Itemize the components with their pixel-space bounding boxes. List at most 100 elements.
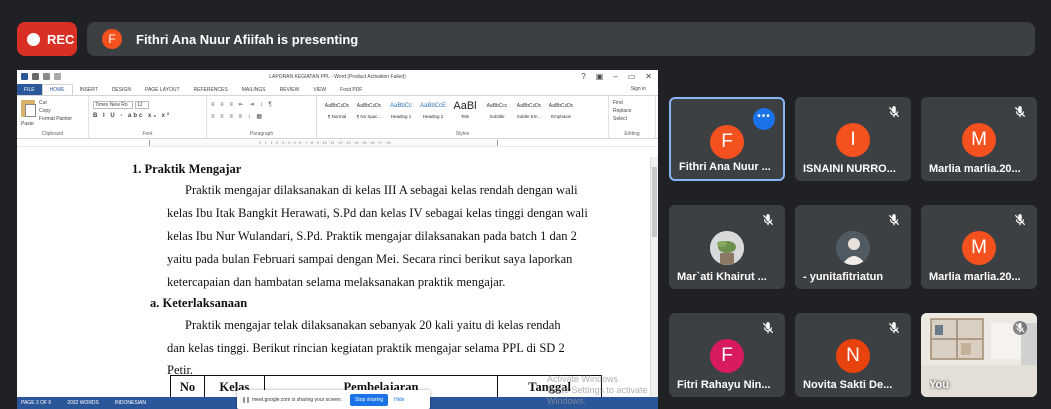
participant-name: Fithri Ana Nuur ...	[679, 161, 771, 173]
scrollbar-thumb[interactable]	[652, 167, 657, 237]
window-title: LAPORAN KEGIATAN PPL - Word (Product Act…	[269, 74, 406, 80]
participant-tile[interactable]: ••• F Fithri Ana Nuur ...	[669, 97, 785, 181]
paragraph-line: ketercapaian dan hambatan selama melaksa…	[167, 275, 506, 289]
mic-off-icon	[888, 106, 900, 118]
paragraph-line: kelas Ibu Itak Bangkit Herawati, S.Pd da…	[167, 206, 588, 220]
more-options-icon[interactable]: •••	[753, 108, 775, 130]
tab-file[interactable]: FILE	[17, 84, 42, 95]
font-name-select[interactable]: Times New Ro	[93, 101, 133, 109]
maximize-icon[interactable]: ▭	[628, 72, 636, 81]
tab-view[interactable]: VIEW	[306, 87, 333, 93]
tab-design[interactable]: DESIGN	[105, 87, 138, 93]
ruler-scale: · 2 · 1 · 1 · 2 · 3 · 4 · 5 · 6 · 7 · 8 …	[149, 140, 498, 146]
presenting-banner: F Fithri Ana Nuur Afiifah is presenting	[87, 22, 1035, 56]
participant-tile[interactable]: F Fitri Rahayu Nin...	[669, 313, 785, 397]
tab-insert[interactable]: INSERT	[73, 87, 105, 93]
tab-home[interactable]: HOME	[41, 84, 73, 95]
minimize-icon[interactable]: –	[613, 72, 617, 81]
participant-tile[interactable]: I ISNAINI NURRO...	[795, 97, 911, 181]
paragraph-group-label: Paragraph	[249, 131, 274, 137]
word-count[interactable]: 2032 WORDS	[67, 400, 99, 406]
style-heading-2[interactable]: AaBbCcE Heading 2	[417, 99, 449, 125]
page-count[interactable]: PAGE 3 OF 6	[21, 400, 51, 406]
list-buttons-icon[interactable]: ≡ ≡ ≡ ⇤ ⇥ ↕ ¶	[211, 101, 274, 108]
mic-off-icon	[762, 322, 774, 334]
ribbon: Paste Cut Copy Format Painter Clipboard …	[17, 95, 658, 139]
cut-button[interactable]: Cut	[39, 100, 47, 106]
word-title-bar: LAPORAN KEGIATAN PPL - Word (Product Act…	[17, 70, 658, 84]
paragraph-line: dan kelas tinggi. Berikut rincian kegiat…	[167, 341, 565, 355]
self-view-tile[interactable]: You	[921, 313, 1037, 397]
select-button[interactable]: Select	[613, 116, 627, 122]
ribbon-display-icon[interactable]: ▣	[596, 72, 604, 81]
participant-tile[interactable]: - yunitafitriatun	[795, 205, 911, 289]
participant-tile[interactable]: M Marlia marlia.20...	[921, 205, 1037, 289]
mic-off-icon	[1014, 106, 1026, 118]
paste-label[interactable]: Paste	[21, 121, 34, 127]
align-buttons-icon[interactable]: ≡ ≡ ≡ ≡ ↕ ▦	[211, 113, 264, 120]
participant-name: You	[929, 379, 949, 391]
vertical-scrollbar[interactable]	[650, 157, 658, 397]
record-dot-icon	[27, 32, 40, 46]
subsection-heading: a. Keterlaksanaan	[150, 296, 248, 310]
style-heading-1[interactable]: AaBbCc Heading 1	[385, 99, 417, 125]
clipboard-group-label: Clipboard	[41, 131, 64, 137]
editing-group: Find Replace Select Editing	[609, 96, 656, 138]
participant-tile[interactable]: N Novita Sakti De...	[795, 313, 911, 397]
paragraph-line: Praktik mengajar telak dilaksanakan seba…	[185, 318, 561, 332]
hide-button[interactable]: Hide	[394, 397, 404, 403]
section-heading: 1. Praktik Mengajar	[132, 162, 242, 176]
avatar: F	[710, 125, 744, 159]
paste-icon[interactable]	[21, 100, 36, 117]
tab-review[interactable]: REVIEW	[273, 87, 307, 93]
style-normal[interactable]: AaBbCcDc ¶ Normal	[321, 99, 353, 125]
participant-tile[interactable]: M Marlia marlia.20...	[921, 97, 1037, 181]
tab-mailings[interactable]: MAILINGS	[235, 87, 273, 93]
font-format-buttons[interactable]: B I U - abc x₂ x²	[93, 113, 171, 119]
style-emphasis[interactable]: AaBbCcDc Emphasis	[545, 99, 577, 125]
font-group-label: Font	[142, 131, 153, 137]
tab-page-layout[interactable]: PAGE LAYOUT	[138, 87, 187, 93]
styles-gallery: AaBbCcDc ¶ Normal AaBbCcDc ¶ No Spac... Aa…	[321, 99, 577, 125]
style-subtitle[interactable]: AaBbCcc Subtitle	[481, 99, 513, 125]
window-controls: ? ▣ – ▭ ✕	[581, 72, 652, 81]
presenter-avatar: F	[102, 29, 122, 49]
activate-windows-watermark: Activate Windows Go to Settings to activ…	[547, 374, 648, 406]
copy-button[interactable]: Copy	[39, 108, 51, 114]
tab-references[interactable]: REFERENCES	[187, 87, 235, 93]
close-icon[interactable]: ✕	[645, 72, 652, 81]
style-no-spacing[interactable]: AaBbCcDc ¶ No Spac...	[353, 99, 385, 125]
replace-button[interactable]: Replace	[613, 108, 631, 114]
participant-name: Marlia marlia.20...	[929, 271, 1021, 283]
help-icon[interactable]: ?	[581, 72, 585, 81]
style-title[interactable]: AaBl Title	[449, 99, 481, 125]
find-button[interactable]: Find	[613, 100, 623, 106]
mic-off-icon	[762, 214, 774, 226]
style-subtle-emphasis[interactable]: AaBbCcDc Subtle Em...	[513, 99, 545, 125]
avatar: F	[710, 339, 744, 373]
participant-name: Novita Sakti De...	[803, 379, 893, 391]
language-indicator[interactable]: INDONESIAN	[115, 400, 146, 406]
avatar: M	[962, 123, 996, 157]
font-size-select[interactable]: 12	[135, 101, 149, 109]
horizontal-ruler[interactable]: · 2 · 1 · 1 · 2 · 3 · 4 · 5 · 6 · 7 · 8 …	[17, 139, 658, 147]
document-page[interactable]: 1. Praktik Mengajar Praktik mengajar dil…	[17, 157, 650, 397]
sign-in-link[interactable]: Sign in	[631, 86, 646, 92]
mic-off-icon	[1014, 214, 1026, 226]
tab-foxit-pdf[interactable]: Foxit PDF	[333, 87, 369, 93]
table-header-no: No	[171, 376, 205, 397]
recording-indicator[interactable]: REC	[17, 22, 77, 56]
styles-group: AaBbCcDc ¶ Normal AaBbCcDc ¶ No Spac... Aa…	[317, 96, 609, 138]
paragraph-group: ≡ ≡ ≡ ⇤ ⇥ ↕ ¶ ≡ ≡ ≡ ≡ ↕ ▦ Paragraph	[207, 96, 317, 138]
font-group: Times New Ro 12 B I U - abc x₂ x² Font	[89, 96, 207, 138]
paragraph-line: kelas Ibu Nur Wulandari, S.Pd. Praktik m…	[167, 229, 577, 243]
clipboard-group: Paste Cut Copy Format Painter Clipboard	[17, 96, 89, 138]
participant-name: - yunitafitriatun	[803, 271, 884, 283]
pause-icon	[243, 396, 249, 403]
avatar: I	[836, 123, 870, 157]
participant-tile[interactable]: Mar`ati Khairut ...	[669, 205, 785, 289]
participant-name: Mar`ati Khairut ...	[677, 271, 767, 283]
format-painter-button[interactable]: Format Painter	[39, 116, 72, 122]
mic-off-icon	[888, 322, 900, 334]
stop-sharing-button[interactable]: Stop sharing	[350, 393, 389, 406]
